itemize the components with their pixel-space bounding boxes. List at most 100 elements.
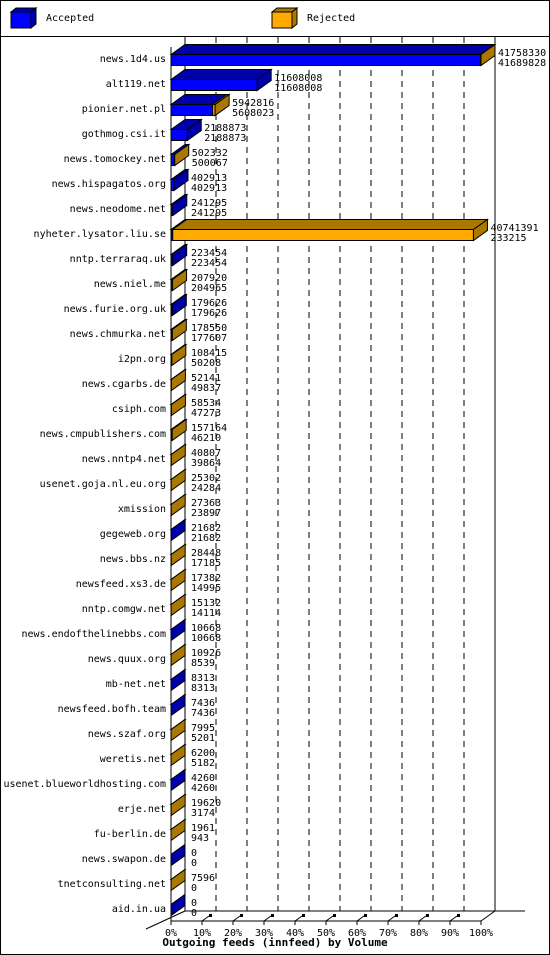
bar-rejected [169, 443, 187, 467]
value-label-accepted: 0 [191, 883, 197, 894]
category-label: alt119.net [106, 79, 166, 90]
value-label-accepted: 23897 [191, 508, 221, 519]
bar-rejected [169, 468, 187, 492]
value-label-accepted: 11608008 [274, 83, 322, 94]
bar-rejected-end [172, 268, 188, 292]
value-label-accepted: 943 [191, 833, 209, 844]
value-label-accepted: 39864 [191, 458, 221, 469]
bar-accepted [169, 68, 273, 92]
x-tick-label: 90% [441, 928, 459, 939]
bar-rejected-end [170, 593, 186, 617]
bar-rejected [169, 493, 187, 517]
value-label-accepted: 3174 [191, 808, 215, 819]
value-label-accepted: 14114 [191, 608, 221, 619]
category-label: news.1d4.us [100, 54, 166, 65]
bar-rejected [169, 393, 187, 417]
category-label: nntp.terraraq.uk [70, 254, 166, 265]
bar-accepted [169, 618, 187, 642]
category-label: tnetconsulting.net [58, 879, 166, 890]
value-label-accepted: 8539 [191, 658, 215, 669]
bar-accepted-end [170, 768, 186, 792]
bar-accepted-end [170, 618, 186, 642]
bar-accepted-top [169, 69, 273, 80]
bar-accepted-end [170, 668, 186, 692]
tick-depth [294, 915, 303, 922]
value-label-accepted: 500067 [192, 158, 228, 169]
category-label: aid.in.ua [112, 904, 166, 915]
bar-rejected-end [170, 643, 186, 667]
tick-mark [209, 914, 212, 917]
bar-accepted [169, 44, 497, 66]
bar-accepted-face [170, 154, 176, 166]
value-label-accepted: 223454 [191, 258, 227, 269]
value-label-accepted: 50208 [191, 358, 221, 369]
bar-rejected-end [170, 793, 186, 817]
value-label-accepted: 0 [191, 858, 197, 869]
tick-depth [387, 915, 396, 922]
category-label: newsfeed.bofh.team [58, 704, 166, 715]
bar-rejected-end [170, 393, 186, 417]
tick-depth [325, 915, 334, 922]
value-label-accepted: 46210 [191, 433, 221, 444]
bar-rejected-end [171, 418, 187, 442]
bar-rejected-face [172, 229, 474, 241]
bar-accepted-face [170, 129, 188, 141]
category-label: i2pn.org [118, 354, 166, 365]
value-label-accepted: 2188873 [204, 133, 246, 144]
category-label: newsfeed.xs3.de [76, 579, 166, 590]
category-label: news.tomockey.net [64, 154, 166, 165]
bar-chart: 0% 10% 20% 30% 40% 50% 60% 70% 80% 90% 100%news.1d… [3, 37, 546, 949]
category-label: nyheter.lysator.liu.se [34, 229, 166, 240]
bar-accepted-face [170, 104, 214, 116]
category-label: usenet.blueworldhosting.com [3, 779, 166, 790]
bar-accepted [169, 518, 187, 542]
value-label-accepted: 402913 [191, 183, 227, 194]
category-label: weretis.net [100, 754, 166, 765]
value-label-accepted: 5608023 [232, 108, 274, 119]
tick-depth [201, 915, 210, 922]
category-label: news.quux.org [88, 654, 166, 665]
tick-mark [457, 914, 460, 917]
category-label: news.swapon.de [82, 854, 166, 865]
category-label: news.bbs.nz [100, 554, 166, 565]
value-label-accepted: 4260 [191, 783, 215, 794]
labels-layer: 0% 10% 20% 30% 40% 50% 60% 70% 80% 90% 100%news.1d… [3, 48, 546, 939]
value-label-accepted: 7436 [191, 708, 215, 719]
x-axis-title: Outgoing feeds (innfeed) by Volume [162, 936, 388, 949]
bar-rejected [169, 343, 188, 367]
value-label-accepted: 41689828 [498, 58, 546, 69]
value-label-accepted: 49837 [191, 383, 221, 394]
bar-accepted-face [170, 54, 481, 66]
tick-depth [232, 915, 241, 922]
bar-rejected [169, 593, 187, 617]
category-label: gothmog.csi.it [82, 129, 166, 140]
bar-rejected-end [170, 468, 186, 492]
bar-accepted [169, 243, 189, 267]
category-label: csiph.com [112, 404, 166, 415]
category-label: xmission [118, 504, 166, 515]
category-label: pionier.net.pl [82, 104, 166, 115]
bar-rejected-end [170, 868, 186, 892]
value-label-accepted: 8313 [191, 683, 215, 694]
bar-rejected [169, 543, 187, 567]
bar-rejected-end [170, 493, 186, 517]
bar-rejected [170, 318, 188, 342]
bar-accepted-end [170, 693, 186, 717]
value-label-accepted: 241295 [191, 208, 227, 219]
bar-rejected-end [170, 718, 186, 742]
x-tick-label: 80% [410, 928, 428, 939]
value-label-accepted: 5182 [191, 758, 215, 769]
category-label: news.furie.org.uk [64, 304, 166, 315]
tick-mark [426, 914, 429, 917]
category-label: news.niel.me [94, 279, 166, 290]
bar-accepted [169, 693, 187, 717]
value-label-accepted: 5201 [191, 733, 215, 744]
bar-rejected [171, 218, 490, 242]
category-label: mb-net.net [106, 679, 166, 690]
value-label-accepted: 14995 [191, 583, 221, 594]
category-label: news.hispagatos.org [52, 179, 166, 190]
tick-mark [271, 914, 274, 917]
value-label-accepted: 177607 [191, 333, 227, 344]
bar-rejected [169, 743, 187, 767]
bar-rejected-end [170, 543, 186, 567]
